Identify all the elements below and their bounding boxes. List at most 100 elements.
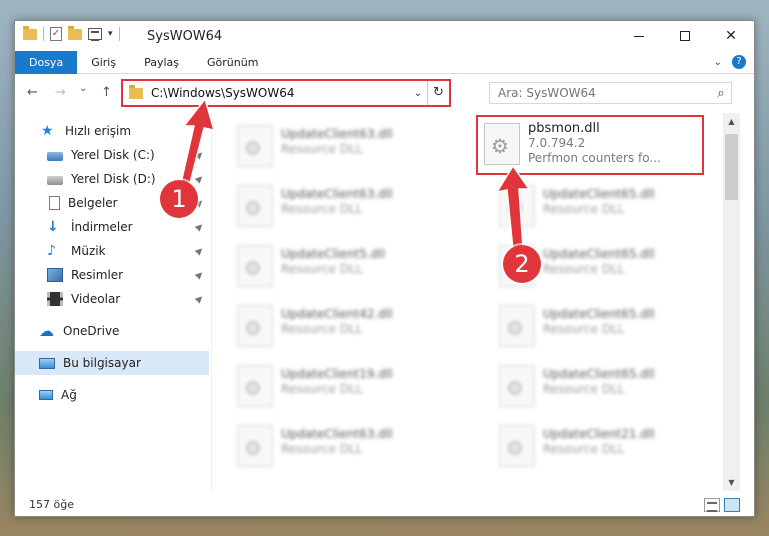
- help-icon[interactable]: ?: [732, 55, 746, 69]
- file-version: 7.0.794.2: [528, 136, 586, 150]
- dll-file-icon: [484, 123, 520, 165]
- recent-locations-icon[interactable]: ⌄: [79, 83, 87, 94]
- file-item[interactable]: UpdateClient21.dllResource DLL: [487, 419, 723, 475]
- sidebar-item-this-pc[interactable]: Bu bilgisayar: [15, 351, 209, 375]
- file-type: Resource DLL: [281, 322, 363, 336]
- file-item[interactable]: UpdateClient65.dllResource DLL: [487, 359, 723, 415]
- search-icon[interactable]: ⌕: [711, 86, 731, 101]
- folder-icon: [23, 25, 37, 40]
- navigation-bar: ← → ⌄ ↑ C:\Windows\SysWOW64 ⌄ ↻ ⌕: [15, 77, 754, 109]
- file-description: Perfmon counters fo...: [528, 151, 661, 165]
- back-arrow-icon[interactable]: ←: [27, 85, 38, 100]
- maximize-icon: [680, 31, 690, 41]
- file-type: Resource DLL: [281, 442, 363, 456]
- pin-icon[interactable]: ▲: [194, 173, 206, 185]
- sidebar-item-videos[interactable]: Videolar ▲: [15, 287, 209, 311]
- pin-icon[interactable]: ▲: [194, 221, 206, 233]
- file-name: UpdateClient19.dll: [281, 367, 393, 381]
- search-box[interactable]: ⌕: [489, 82, 732, 104]
- file-item[interactable]: UpdateClient63.dllResource DLL: [225, 419, 461, 475]
- pin-icon[interactable]: ▲: [194, 245, 206, 257]
- music-icon: ♪: [47, 243, 56, 259]
- pane-divider[interactable]: [211, 113, 212, 491]
- file-name: UpdateClient65.dll: [543, 187, 655, 201]
- tiles-view-icon[interactable]: [724, 498, 740, 512]
- file-list: UpdateClient63.dllResource DLL UpdateCli…: [225, 113, 725, 489]
- callout-2: 2: [503, 245, 541, 283]
- file-item[interactable]: UpdateClient19.dllResource DLL: [225, 359, 461, 415]
- dll-file-icon: [237, 365, 273, 407]
- sidebar-item-label: Resimler: [71, 268, 124, 282]
- expand-ribbon-icon[interactable]: ⌄: [714, 57, 722, 68]
- sidebar-item-music[interactable]: ♪ Müzik ▲: [15, 239, 209, 263]
- window-controls: ✕: [616, 21, 754, 51]
- file-name: UpdateClient63.dll: [281, 427, 393, 441]
- sidebar-item-label: Ağ: [61, 388, 77, 402]
- file-item[interactable]: UpdateClient63.dllResource DLL: [225, 119, 461, 175]
- file-type: Resource DLL: [281, 142, 363, 156]
- maximize-button[interactable]: [662, 21, 708, 51]
- details-view-icon[interactable]: [704, 498, 720, 512]
- view-properties-icon[interactable]: [88, 28, 102, 41]
- tab-home[interactable]: Giriş: [77, 51, 130, 74]
- file-type: Resource DLL: [543, 322, 625, 336]
- forward-arrow-icon[interactable]: →: [55, 85, 66, 100]
- view-toggle: [704, 498, 740, 512]
- dll-file-icon: [237, 185, 273, 227]
- sidebar-item-pictures[interactable]: Resimler ▲: [15, 263, 209, 287]
- file-item[interactable]: UpdateClient65.dllResource DLL: [487, 179, 723, 235]
- vertical-scrollbar[interactable]: ▲ ▼: [723, 113, 740, 491]
- close-button[interactable]: ✕: [708, 21, 754, 51]
- file-item-pbsmon[interactable]: pbsmon.dll 7.0.794.2 Perfmon counters fo…: [476, 115, 704, 175]
- item-count: 157 öğe: [29, 498, 74, 511]
- pictures-icon: [47, 268, 63, 282]
- customize-toolbar-arrow-icon[interactable]: ▾: [108, 29, 113, 39]
- dll-file-icon: [499, 305, 535, 347]
- sidebar-item-label: Bu bilgisayar: [63, 356, 141, 370]
- explorer-window: ✓ ▾ SysWOW64 ✕ Dosya Giriş Paylaş Görünü…: [14, 20, 755, 517]
- pin-icon[interactable]: ▲: [194, 293, 206, 305]
- search-input[interactable]: [490, 86, 711, 100]
- file-name: UpdateClient42.dll: [281, 307, 393, 321]
- toolbar-separator: [118, 27, 120, 41]
- address-bar[interactable]: C:\Windows\SysWOW64 ⌄ ↻: [121, 79, 451, 107]
- navigation-pane: ★ Hızlı erişim Yerel Disk (C:) ▲ Yerel D…: [15, 113, 211, 491]
- scroll-up-icon[interactable]: ▲: [723, 113, 740, 130]
- file-item[interactable]: UpdateClient63.dllResource DLL: [225, 179, 461, 235]
- tab-file[interactable]: Dosya: [15, 51, 78, 74]
- new-folder-icon[interactable]: [68, 25, 82, 40]
- disk-icon: [47, 152, 63, 161]
- pin-icon[interactable]: ▲: [194, 149, 206, 161]
- file-type: Resource DLL: [281, 202, 363, 216]
- scroll-thumb[interactable]: [725, 134, 738, 200]
- pin-icon[interactable]: ▲: [194, 269, 206, 281]
- sidebar-item-network[interactable]: Ağ: [15, 383, 209, 407]
- file-item[interactable]: UpdateClient5.dllResource DLL: [225, 239, 461, 295]
- scroll-down-icon[interactable]: ▼: [723, 474, 740, 491]
- minimize-button[interactable]: [616, 21, 662, 51]
- tab-share[interactable]: Paylaş: [130, 51, 193, 74]
- file-item[interactable]: UpdateClient65.dllResource DLL: [487, 299, 723, 355]
- sidebar-item-downloads[interactable]: ↓ İndirmeler ▲: [15, 215, 209, 239]
- sidebar-item-onedrive[interactable]: ☁ OneDrive: [15, 319, 209, 343]
- status-bar: 157 öğe: [15, 494, 754, 516]
- cloud-icon: ☁: [39, 322, 54, 340]
- tab-view[interactable]: Görünüm: [193, 51, 272, 74]
- file-name: UpdateClient63.dll: [281, 187, 393, 201]
- sidebar-item-label: İndirmeler: [71, 220, 133, 234]
- address-path[interactable]: C:\Windows\SysWOW64: [151, 86, 409, 100]
- file-name: UpdateClient21.dll: [543, 427, 655, 441]
- file-item[interactable]: UpdateClient42.dllResource DLL: [225, 299, 461, 355]
- download-icon: ↓: [47, 219, 59, 235]
- address-dropdown-icon[interactable]: ⌄: [409, 88, 427, 99]
- file-type: Resource DLL: [543, 262, 625, 276]
- window-title: SysWOW64: [147, 29, 223, 44]
- sidebar-item-label: OneDrive: [63, 324, 120, 338]
- document-icon: [49, 196, 60, 210]
- sidebar-item-disk-c[interactable]: Yerel Disk (C:) ▲: [15, 143, 209, 167]
- file-type: Resource DLL: [281, 262, 363, 276]
- sidebar-item-quick-access[interactable]: ★ Hızlı erişim: [15, 119, 209, 143]
- refresh-icon[interactable]: ↻: [427, 81, 449, 105]
- properties-check-icon[interactable]: ✓: [50, 27, 62, 41]
- up-arrow-icon[interactable]: ↑: [101, 85, 112, 100]
